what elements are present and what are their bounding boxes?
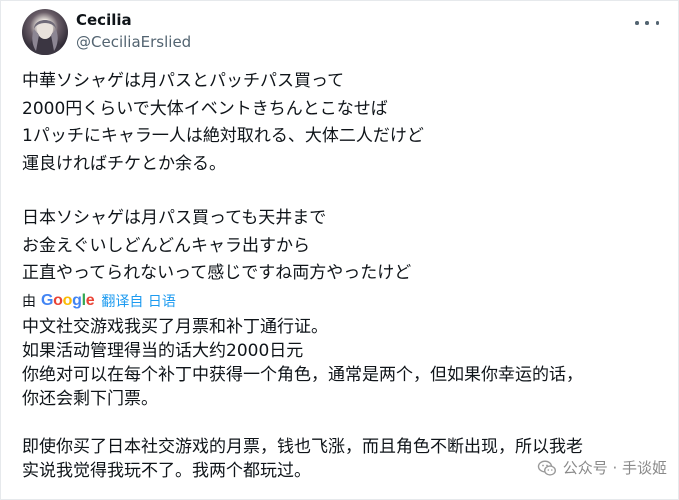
translated-line: 你还会剩下门票。 bbox=[22, 389, 158, 409]
google-logo: Google bbox=[41, 292, 95, 309]
more-dot bbox=[655, 21, 659, 25]
translated-line: 如果活动管理得当的话大约2000日元 bbox=[22, 341, 304, 361]
original-line: 正直やってられないって感じですね両方やったけど bbox=[22, 263, 412, 283]
wechat-icon bbox=[537, 459, 556, 476]
translation-attribution: 由 Google 翻译自 日语 bbox=[22, 291, 176, 311]
watermark-text: 公众号 · 手谈姬 bbox=[562, 459, 667, 477]
original-line: 1パッチにキャラ一人は絶対取れる、大体二人だけど bbox=[22, 126, 424, 146]
translated-line: 中文社交游戏我买了月票和补丁通行证。 bbox=[22, 317, 328, 337]
translated-by-label: 由 bbox=[22, 294, 36, 310]
translation-source-link[interactable]: 翻译自 日语 bbox=[101, 291, 175, 311]
more-options-button[interactable] bbox=[635, 14, 659, 32]
user-handle[interactable]: @CeciliaErslied bbox=[76, 33, 191, 51]
display-name[interactable]: Cecilia bbox=[76, 11, 132, 29]
original-line: 日本ソシャゲは月パス買っても天井まで bbox=[22, 208, 327, 228]
more-horizontal-icon bbox=[635, 21, 639, 25]
avatar-image bbox=[28, 19, 62, 55]
more-dot bbox=[645, 21, 649, 25]
translated-line: 即使你买了日本社交游戏的月票，钱也飞涨，而且角色不断出现，所以我老 bbox=[22, 437, 583, 457]
original-line: 運良ければチケとか余る。 bbox=[22, 153, 226, 174]
tweet-text-original: 中華ソシャゲは月パスとパッチパス買って 2000円くらいで大体イベントきちんとこ… bbox=[22, 68, 662, 288]
original-line: お金えぐいしどんどんキャラ出すから bbox=[22, 235, 310, 256]
avatar[interactable] bbox=[22, 9, 68, 55]
original-line: 2000円くらいで大体イベントきちんとこなせば bbox=[22, 98, 388, 119]
translated-line: 你绝对可以在每个补丁中获得一个角色，通常是两个，但如果你幸运的话， bbox=[22, 365, 583, 385]
watermark: 公众号 · 手谈姬 bbox=[537, 457, 667, 478]
original-line: 中華ソシャゲは月パスとパッチパス買って bbox=[22, 71, 345, 91]
